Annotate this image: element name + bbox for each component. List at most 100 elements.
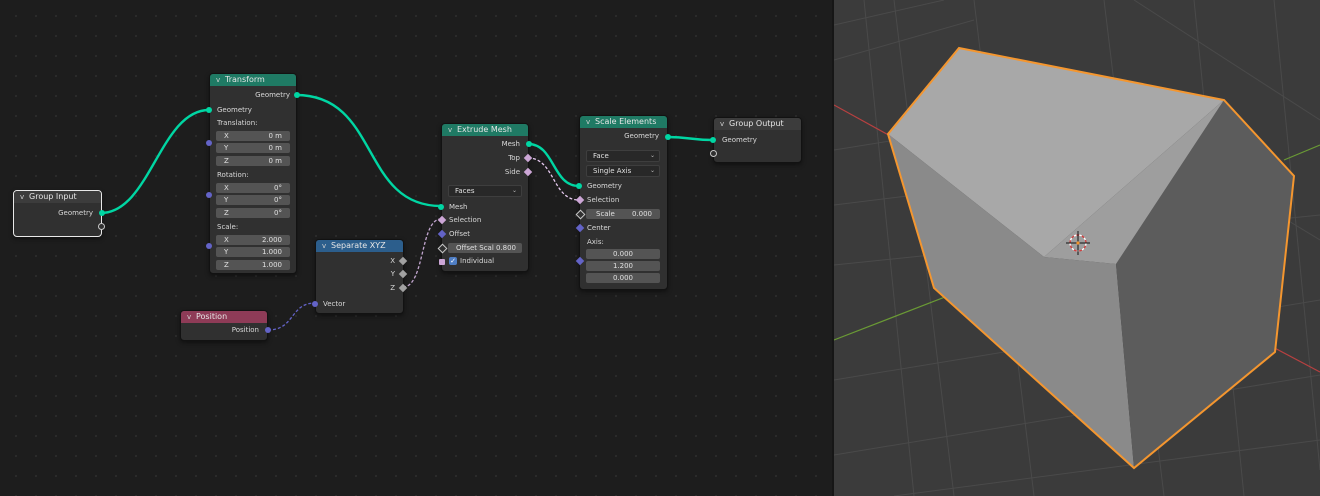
chevron-down-icon[interactable]: v xyxy=(720,118,729,130)
3d-viewport[interactable] xyxy=(834,0,1320,496)
scale-mode-dropdown[interactable]: Single Axis ⌄ xyxy=(586,165,660,177)
link-extrude-scale-geo xyxy=(527,142,580,188)
chevron-down-icon[interactable]: v xyxy=(187,311,196,323)
input-socket-individual[interactable] xyxy=(439,259,445,265)
scale-field[interactable]: Scale 0.000 xyxy=(586,209,660,219)
chevron-down-icon: ⌄ xyxy=(649,152,655,159)
axis-y-field[interactable]: 1.200 xyxy=(586,261,660,271)
translation-z-field[interactable]: Z 0 m xyxy=(216,156,290,166)
output-socket-geometry[interactable] xyxy=(665,134,671,140)
field-label: Z xyxy=(224,209,229,217)
node-editor[interactable]: v Group Input Geometry v Transform Geometr… xyxy=(0,0,832,496)
domain-dropdown[interactable]: Face ⌄ xyxy=(586,150,660,162)
dropdown-value: Single Axis xyxy=(593,167,632,175)
output-label-geometry: Geometry xyxy=(58,209,93,217)
axis-x-field[interactable]: 0.000 xyxy=(586,249,660,259)
output-socket-y[interactable] xyxy=(398,269,408,279)
input-socket-mesh[interactable] xyxy=(438,204,444,210)
input-socket-center[interactable] xyxy=(575,223,585,233)
output-socket-empty[interactable] xyxy=(98,223,105,230)
input-socket-offset[interactable] xyxy=(437,229,447,239)
field-value: 0.800 xyxy=(495,244,516,252)
input-label-vector: Vector xyxy=(323,300,346,308)
output-socket-z[interactable] xyxy=(398,283,408,293)
field-label: Z xyxy=(224,261,229,269)
transform-node[interactable]: v Transform Geometry Geometry Translation… xyxy=(206,73,300,274)
input-label-selection: Selection xyxy=(587,196,620,204)
chevron-down-icon: ⌄ xyxy=(511,187,517,194)
input-socket-offset-scale[interactable] xyxy=(437,243,448,254)
output-socket-x[interactable] xyxy=(398,256,408,266)
position-header[interactable]: v Position xyxy=(181,311,267,323)
node-title: Separate XYZ xyxy=(331,241,386,250)
group-output-header[interactable]: v Group Output xyxy=(714,118,801,130)
scale-x-field[interactable]: X 2.000 xyxy=(216,235,290,245)
scale-elements-node[interactable]: v Scale Elements Geometry Face ⌄ Single Ax… xyxy=(575,115,671,290)
chevron-down-icon[interactable]: v xyxy=(216,74,225,86)
input-socket-rotation[interactable] xyxy=(206,192,212,198)
extrude-mesh-header[interactable]: v Extrude Mesh xyxy=(442,124,528,136)
link-scale-output xyxy=(666,135,714,142)
input-socket-geometry[interactable] xyxy=(206,107,212,113)
input-socket-vector[interactable] xyxy=(312,301,318,307)
offset-scale-field[interactable]: Offset Scal 0.800 xyxy=(448,243,522,253)
input-socket-scale[interactable] xyxy=(206,243,212,249)
field-value: 0.000 xyxy=(612,250,634,258)
input-socket-empty[interactable] xyxy=(710,150,717,157)
node-title: Extrude Mesh xyxy=(457,125,512,134)
input-socket-geometry[interactable] xyxy=(710,137,716,143)
translation-x-field[interactable]: X 0 m xyxy=(216,131,290,141)
extruded-mesh[interactable] xyxy=(886,46,1296,470)
separate-xyz-header[interactable]: v Separate XYZ xyxy=(316,240,403,252)
extrude-mesh-node[interactable]: v Extrude Mesh Mesh Top Side Faces ⌄ Mesh … xyxy=(437,123,533,272)
transform-header[interactable]: v Transform xyxy=(210,74,296,86)
chevron-down-icon[interactable]: v xyxy=(586,116,595,128)
input-socket-selection[interactable] xyxy=(575,195,585,205)
input-socket-translation[interactable] xyxy=(206,140,212,146)
output-label-geometry: Geometry xyxy=(255,91,290,99)
group-input-header[interactable]: v Group Input xyxy=(14,191,101,203)
individual-checkbox[interactable]: ✓ xyxy=(449,257,457,265)
output-socket-side[interactable] xyxy=(523,167,533,177)
rotation-label: Rotation: xyxy=(217,171,249,179)
input-label-selection: Selection xyxy=(449,216,482,224)
field-label: Y xyxy=(224,248,229,256)
separate-xyz-node[interactable]: v Separate XYZ X Y Z Vector xyxy=(312,239,408,314)
scale-z-field[interactable]: Z 1.000 xyxy=(216,260,290,270)
input-socket-scale[interactable] xyxy=(575,209,586,220)
dropdown-value: Face xyxy=(593,152,609,160)
position-node[interactable]: v Position Position xyxy=(180,310,271,341)
group-output-node[interactable]: v Group Output Geometry xyxy=(710,117,802,163)
rotation-z-field[interactable]: Z 0° xyxy=(216,208,290,218)
translation-y-field[interactable]: Y 0 m xyxy=(216,143,290,153)
rotation-x-field[interactable]: X 0° xyxy=(216,183,290,193)
link-groupinput-transform xyxy=(100,108,210,215)
mode-dropdown[interactable]: Faces ⌄ xyxy=(448,185,522,197)
group-input-node[interactable]: v Group Input Geometry xyxy=(13,190,105,237)
dropdown-value: Faces xyxy=(455,187,475,195)
axis-z-field[interactable]: 0.000 xyxy=(586,273,660,283)
input-socket-selection[interactable] xyxy=(437,215,447,225)
field-label: Scale xyxy=(596,210,615,218)
input-label-geometry: Geometry xyxy=(217,106,252,114)
output-socket-geometry[interactable] xyxy=(99,210,105,216)
scale-y-field[interactable]: Y 1.000 xyxy=(216,247,290,257)
viewport-scene xyxy=(834,0,1320,496)
field-label: X xyxy=(224,132,229,140)
input-socket-axis[interactable] xyxy=(575,256,585,266)
rotation-y-field[interactable]: Y 0° xyxy=(216,195,290,205)
axis-label: Axis: xyxy=(587,238,604,246)
chevron-down-icon[interactable]: v xyxy=(322,240,331,252)
link-separate-extrude xyxy=(402,218,442,288)
chevron-down-icon[interactable]: v xyxy=(448,124,457,136)
field-value: 1.000 xyxy=(261,261,282,269)
node-title: Group Output xyxy=(729,119,784,128)
node-title: Scale Elements xyxy=(595,117,657,126)
chevron-down-icon[interactable]: v xyxy=(20,191,29,203)
scale-elements-header[interactable]: v Scale Elements xyxy=(580,116,667,128)
input-socket-geometry[interactable] xyxy=(576,183,582,189)
output-socket-geometry[interactable] xyxy=(294,92,300,98)
output-socket-mesh[interactable] xyxy=(526,141,532,147)
output-socket-top[interactable] xyxy=(523,153,533,163)
output-socket-position[interactable] xyxy=(265,327,271,333)
